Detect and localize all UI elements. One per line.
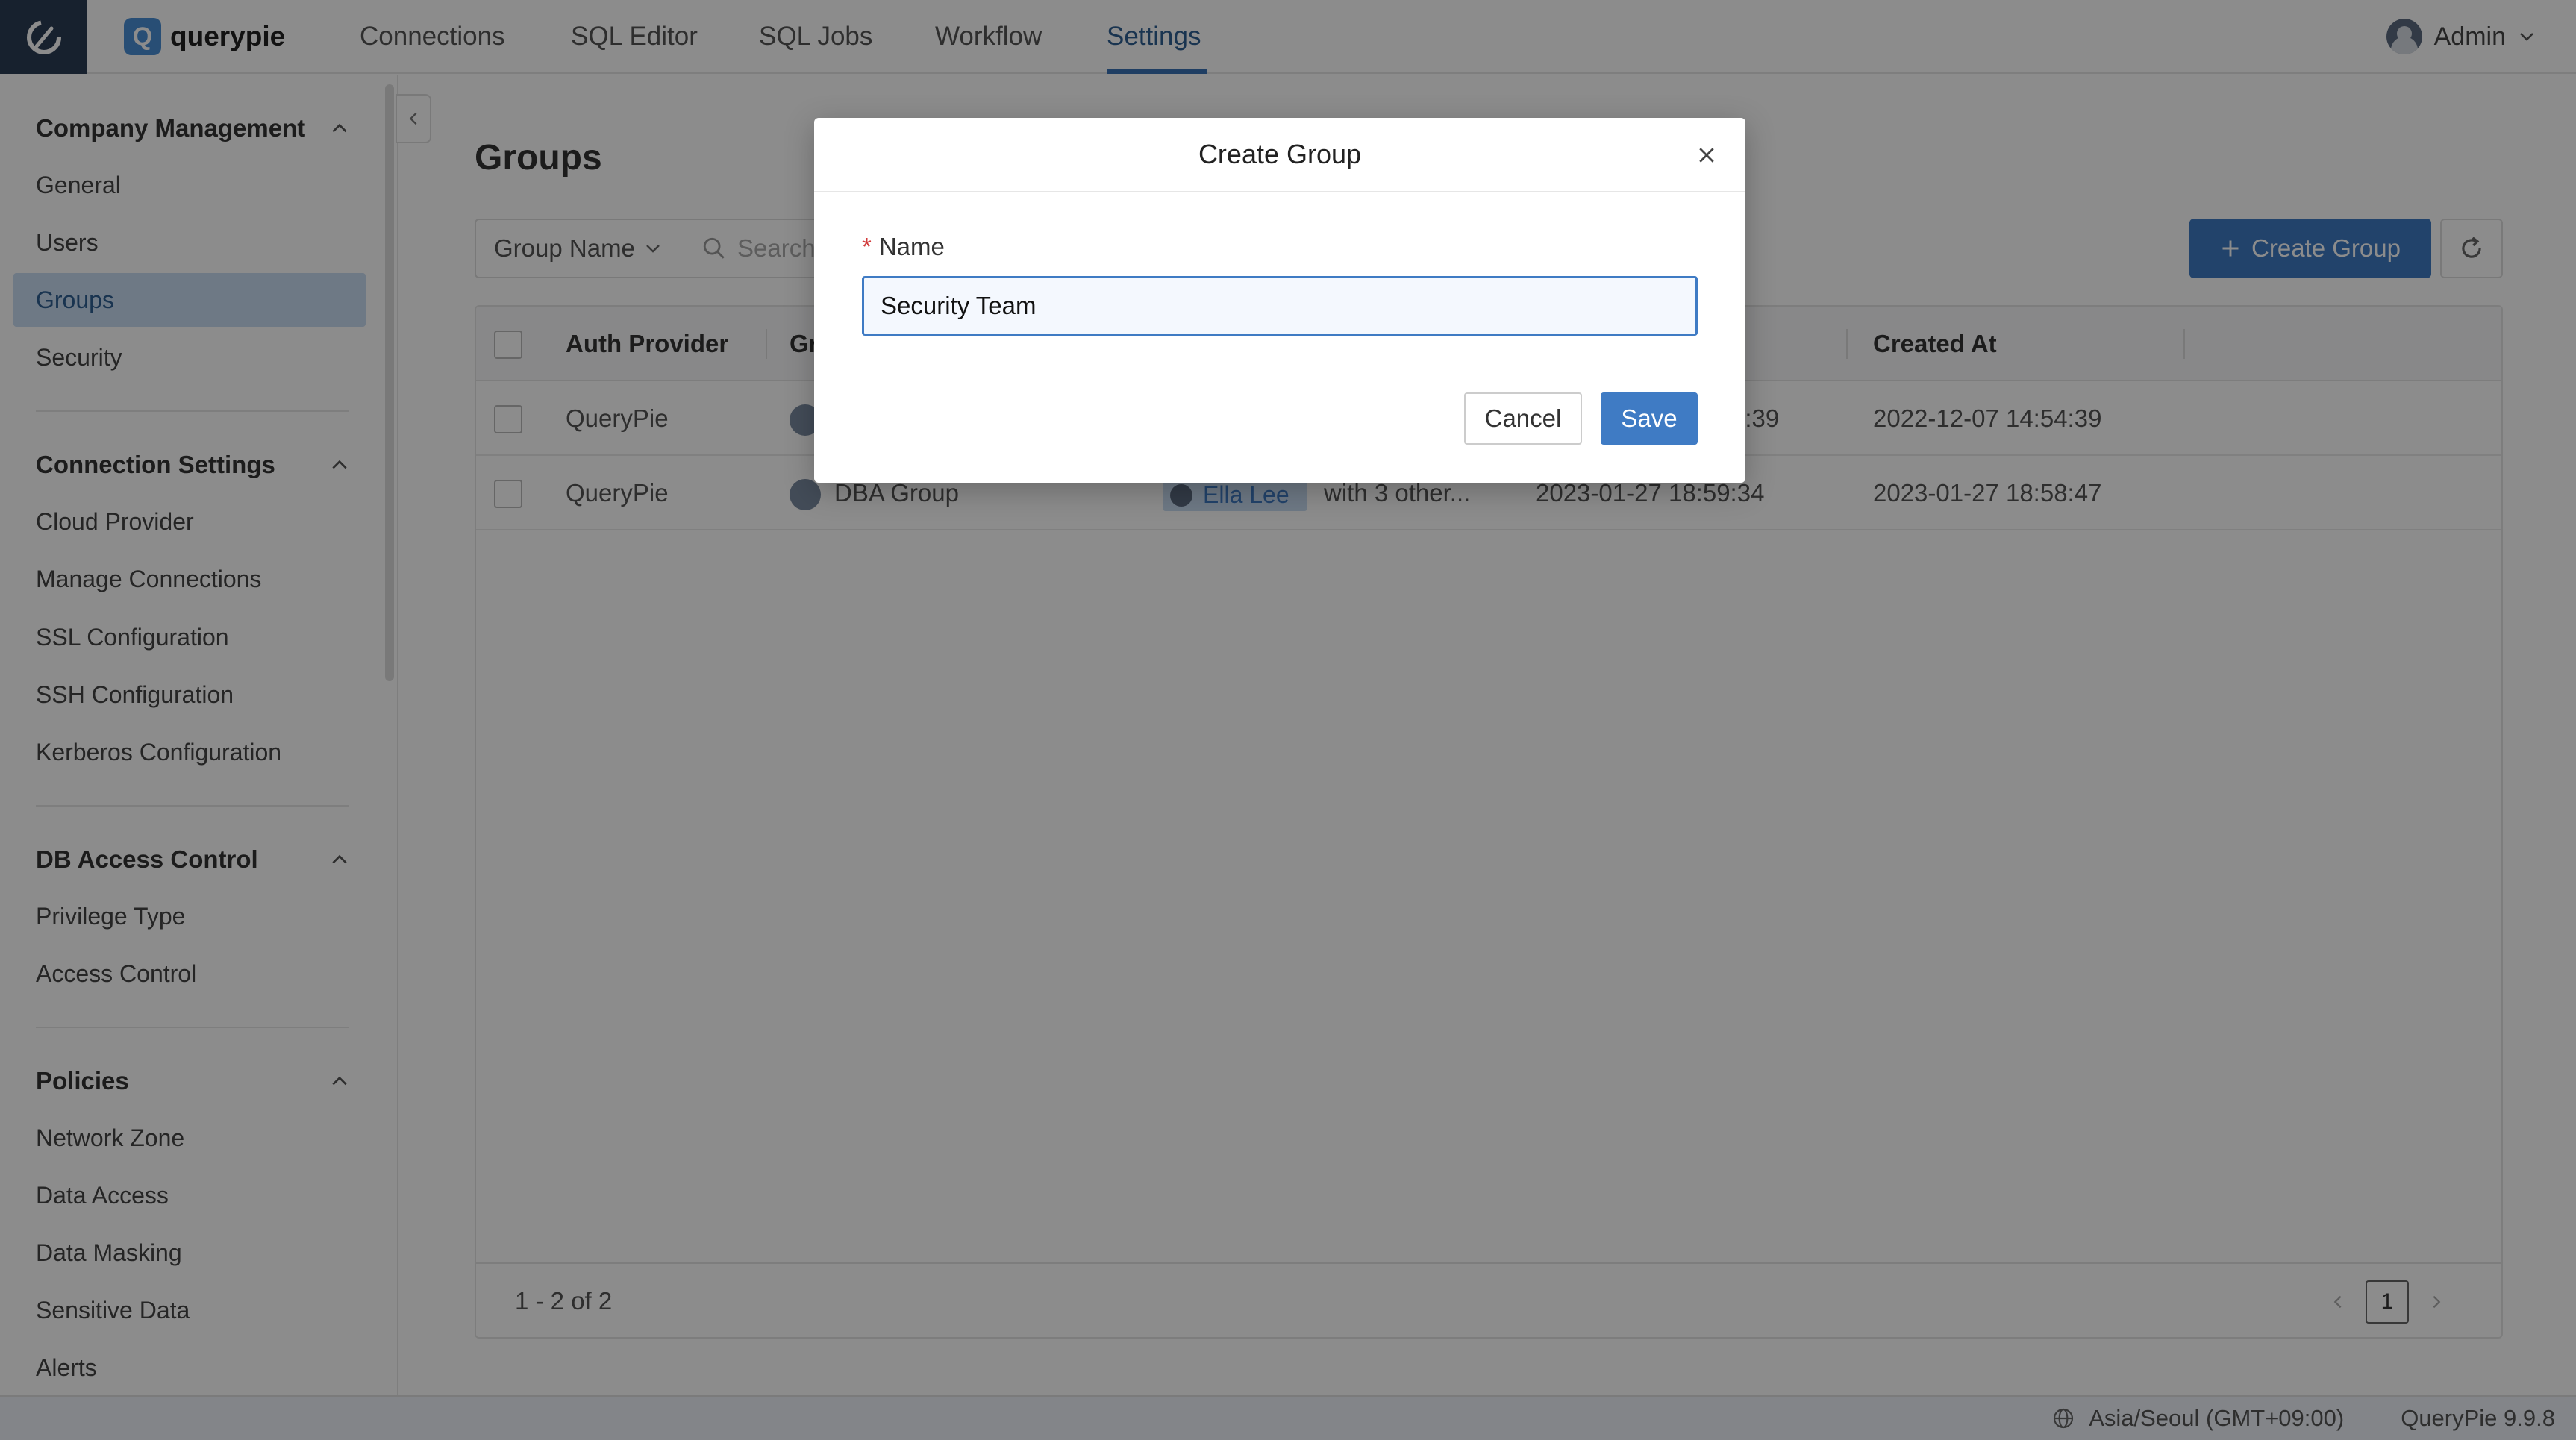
dialog-header: Create Group (814, 118, 1745, 192)
cancel-button[interactable]: Cancel (1464, 392, 1582, 445)
dialog-title: Create Group (1198, 139, 1362, 169)
create-group-dialog: Create Group *Name Cancel Save (814, 118, 1745, 483)
name-label-text: Name (878, 233, 945, 260)
close-button[interactable] (1692, 140, 1722, 170)
required-marker: * (862, 233, 872, 260)
group-name-input[interactable] (862, 276, 1698, 336)
save-button[interactable]: Save (1601, 392, 1698, 445)
name-field-label: * Name (862, 233, 945, 261)
close-icon (1699, 148, 1714, 163)
